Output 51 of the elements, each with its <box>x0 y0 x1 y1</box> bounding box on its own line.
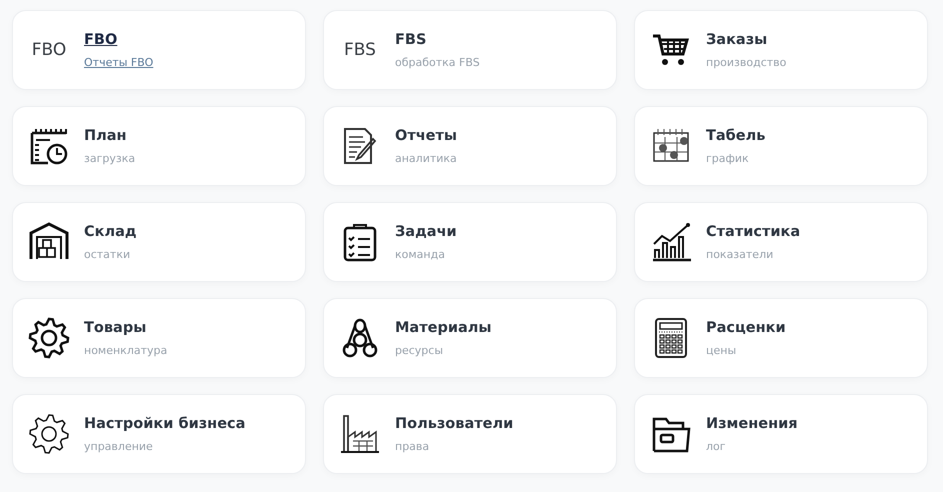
card-subtitle: обработка FBS <box>395 56 480 68</box>
menu-card[interactable]: Товары номенклатура <box>12 298 306 378</box>
card-title[interactable]: Изменения <box>706 416 798 432</box>
card-subtitle: команда <box>395 248 445 260</box>
menu-card[interactable]: План загрузка <box>12 106 306 186</box>
menu-card[interactable]: Статистика показатели <box>634 202 928 282</box>
menu-card[interactable]: Задачи команда <box>323 202 617 282</box>
card-title[interactable]: Склад <box>84 224 137 240</box>
menu-card[interactable]: FBO FBO Отчеты FBO <box>12 10 306 90</box>
card-title[interactable]: Материалы <box>395 320 492 336</box>
icon-label: FBO <box>32 40 66 60</box>
card-title[interactable]: Статистика <box>706 224 800 240</box>
card-title[interactable]: Отчеты <box>395 128 458 144</box>
card-subtitle[interactable]: Отчеты FBO <box>84 56 154 68</box>
card-subtitle: управление <box>84 440 153 452</box>
bar-chart-icon <box>650 221 692 263</box>
card-subtitle: показатели <box>706 248 774 260</box>
gear-icon <box>28 317 70 359</box>
card-subtitle: цены <box>706 344 736 356</box>
card-subtitle: загрузка <box>84 152 136 164</box>
card-subtitle: аналитика <box>395 152 457 164</box>
card-title[interactable]: Настройки бизнеса <box>84 416 246 432</box>
factory-icon <box>339 413 381 455</box>
card-title[interactable]: Товары <box>84 320 146 336</box>
menu-card[interactable]: FBS FBS обработка FBS <box>323 10 617 90</box>
menu-card[interactable]: Материалы ресурсы <box>323 298 617 378</box>
menu-card[interactable]: Склад остатки <box>12 202 306 282</box>
card-subtitle: номенклатура <box>84 344 168 356</box>
menu-card[interactable]: Изменения лог <box>634 394 928 474</box>
card-title[interactable]: Заказы <box>706 32 768 48</box>
card-title[interactable]: Пользователи <box>395 416 514 432</box>
card-subtitle: график <box>706 152 749 164</box>
card-title[interactable]: План <box>84 128 127 144</box>
menu-card[interactable]: Табель график <box>634 106 928 186</box>
menu-card[interactable]: Заказы производство <box>634 10 928 90</box>
card-title[interactable]: Табель <box>706 128 766 144</box>
gear-icon <box>28 413 70 455</box>
card-title[interactable]: FBS <box>395 32 426 48</box>
card-title[interactable]: Задачи <box>395 224 457 240</box>
card-subtitle: права <box>395 440 430 452</box>
icon-label: FBS <box>344 40 376 60</box>
menu-card[interactable]: Расценки цены <box>634 298 928 378</box>
menu-card[interactable]: Пользователи права <box>323 394 617 474</box>
card-subtitle: ресурсы <box>395 344 444 356</box>
card-subtitle: лог <box>706 440 726 452</box>
card-title[interactable]: FBO <box>84 32 118 48</box>
card-subtitle: производство <box>706 56 786 68</box>
card-subtitle: остатки <box>84 248 130 260</box>
menu-card[interactable]: Настройки бизнеса управление <box>12 394 306 474</box>
card-title[interactable]: Расценки <box>706 320 786 336</box>
menu-card[interactable]: Отчеты аналитика <box>323 106 617 186</box>
